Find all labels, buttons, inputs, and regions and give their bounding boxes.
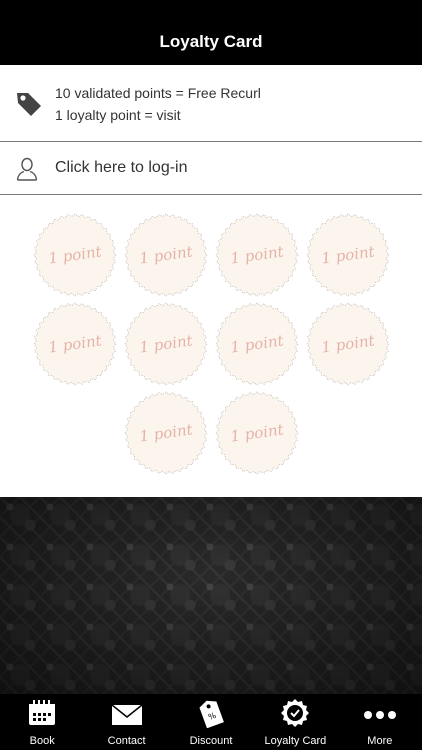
stamp-label: 1 point (229, 420, 285, 446)
calendar-icon (29, 700, 56, 725)
stamp-label: 1 point (320, 331, 376, 357)
reward-rule-text: 10 validated points = Free Recurl (55, 85, 261, 101)
more-dots-icon (363, 711, 396, 719)
tab-more[interactable]: More (338, 694, 422, 750)
stamp-slot: 1 point (124, 302, 208, 386)
tab-label: Loyalty Card (264, 735, 327, 747)
tab-contact[interactable]: Contact (84, 694, 168, 750)
stamp-label: 1 point (47, 331, 103, 357)
stamp-slot: 1 point (215, 302, 299, 386)
tab-label: Contact (107, 735, 146, 747)
page-title: Loyalty Card (159, 32, 263, 51)
tab-bar: Book Contact % Discount Loyalty Card Mor… (0, 694, 422, 750)
stamp-slot: 1 point (124, 213, 208, 297)
stamp-slot: 1 point (306, 213, 390, 297)
stamp-label: 1 point (229, 242, 285, 268)
stamp-slot: 1 point (306, 302, 390, 386)
stamp-label: 1 point (138, 420, 194, 446)
loyalty-info-row: 10 validated points = Free Recurl 1 loya… (0, 65, 422, 142)
background-texture (0, 497, 422, 694)
tab-book[interactable]: Book (0, 694, 84, 750)
stamp-label: 1 point (138, 331, 194, 357)
discount-tag-icon: % (199, 700, 224, 728)
stamp-slot: 1 point (124, 391, 208, 475)
stamp-slot: 1 point (215, 391, 299, 475)
stamp-slot: 1 point (33, 213, 117, 297)
price-tag-icon (14, 89, 44, 119)
login-link[interactable]: Click here to log-in (55, 159, 188, 177)
stamp-grid: 1 point 1 point 1 point 1 point 1 point … (0, 195, 422, 497)
stamp-label: 1 point (47, 242, 103, 268)
tab-label: Book (29, 735, 55, 747)
stamp-label: 1 point (320, 242, 376, 268)
tab-label: Discount (189, 735, 233, 747)
user-icon (16, 157, 38, 181)
tab-label: More (367, 735, 393, 747)
badge-check-icon (281, 699, 310, 727)
stamp-label: 1 point (138, 242, 194, 268)
navigation-bar: Loyalty Card (0, 0, 422, 65)
stamp-slot: 1 point (215, 213, 299, 297)
tab-discount[interactable]: % Discount (169, 694, 253, 750)
point-rule-text: 1 loyalty point = visit (55, 107, 181, 123)
envelope-icon (111, 704, 143, 725)
stamp-label: 1 point (229, 331, 285, 357)
login-row[interactable]: Click here to log-in (0, 142, 422, 195)
stamp-slot: 1 point (33, 302, 117, 386)
tab-loyalty-card[interactable]: Loyalty Card (253, 694, 337, 750)
